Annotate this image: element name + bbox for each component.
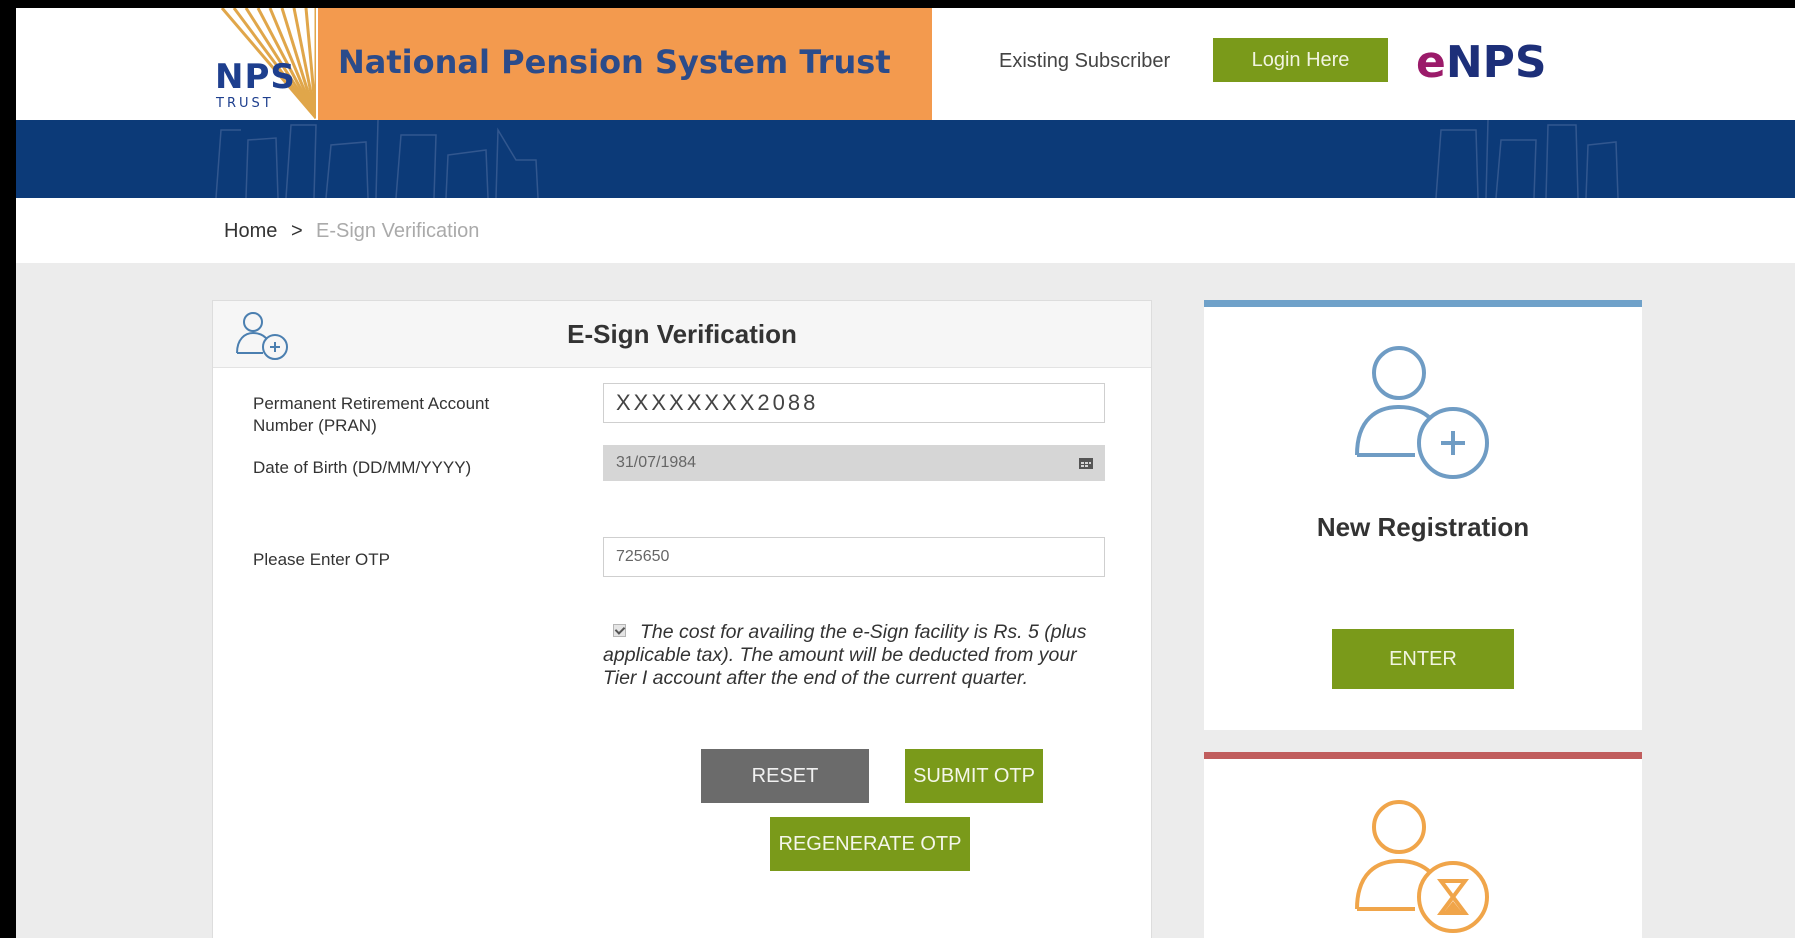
site-header: NPS TRUST National Pension System Trust …	[16, 8, 1795, 120]
dob-value: 31/07/1984	[616, 454, 697, 471]
enps-logo-e: e	[1416, 37, 1446, 88]
breadcrumb: Home > E-Sign Verification	[16, 198, 1795, 263]
user-add-icon	[1355, 346, 1489, 479]
esign-verification-card: E-Sign Verification Permanent Retirement…	[212, 300, 1152, 938]
login-here-button[interactable]: Login Here	[1213, 38, 1388, 82]
consent-checkbox[interactable]	[613, 624, 626, 637]
reset-button[interactable]: RESET	[701, 749, 869, 803]
enps-logo-nps: NPS	[1445, 37, 1547, 88]
calendar-icon[interactable]	[1078, 456, 1094, 470]
breadcrumb-current: E-Sign Verification	[316, 220, 480, 242]
pran-label: Permanent Retirement Account Number (PRA…	[253, 394, 490, 435]
esign-consent: The cost for availing the e-Sign facilit…	[603, 621, 1103, 690]
breadcrumb-home-link[interactable]: Home	[224, 220, 277, 243]
existing-subscriber-label: Existing Subscriber	[999, 50, 1171, 72]
card-title: E-Sign Verification	[567, 319, 797, 349]
new-registration-panel: New Registration ENTER	[1204, 300, 1642, 730]
card-header: E-Sign Verification	[213, 301, 1151, 368]
pran-input[interactable]: XXXXXXXX2088	[603, 383, 1105, 423]
pending-status-panel	[1204, 752, 1642, 938]
page-frame: NPS TRUST National Pension System Trust …	[16, 8, 1795, 938]
building-sketch-decoration	[215, 120, 1619, 198]
new-registration-title: New Registration	[1316, 512, 1530, 542]
brand-title: National Pension System Trust	[338, 43, 891, 81]
otp-input[interactable]: 725650	[603, 537, 1105, 577]
nav-banner	[16, 120, 1795, 198]
dob-label: Date of Birth (DD/MM/YYYY)	[253, 458, 472, 477]
user-hourglass-icon	[1355, 800, 1489, 933]
regenerate-otp-button[interactable]: REGENERATE OTP	[770, 817, 970, 871]
dob-field[interactable]: 31/07/1984	[603, 445, 1105, 481]
logo-letters: NPS	[215, 57, 296, 97]
logo-subtitle: TRUST	[216, 96, 274, 111]
enter-button[interactable]: ENTER	[1332, 629, 1514, 689]
consent-text: The cost for availing the e-Sign facilit…	[603, 621, 1087, 689]
enps-logo[interactable]: eNPS	[1416, 38, 1547, 88]
otp-label: Please Enter OTP	[253, 550, 391, 569]
submit-otp-button[interactable]: SUBMIT OTP	[905, 749, 1043, 803]
brand-banner: National Pension System Trust	[318, 8, 932, 120]
breadcrumb-separator: >	[291, 220, 303, 242]
nps-trust-logo[interactable]: NPS TRUST	[212, 8, 316, 120]
